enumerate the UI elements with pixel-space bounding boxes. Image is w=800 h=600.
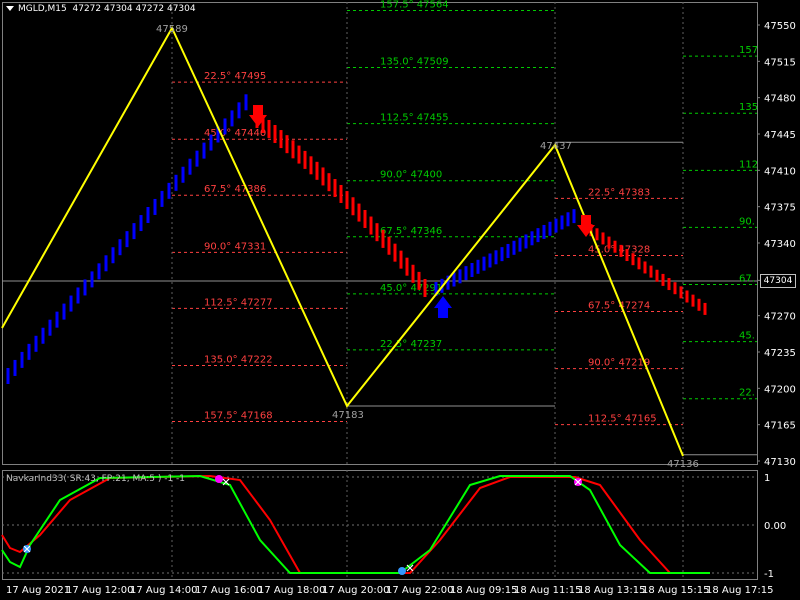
pivot-label: 47437: [540, 141, 572, 152]
time-axis-label: 17 Aug 20:00: [322, 585, 389, 596]
price-axis-label: 47410: [764, 166, 796, 177]
indicator-axis-label: 0.00: [764, 521, 786, 532]
buy-arrow-icon: [434, 296, 452, 318]
indicator-axis-label: -1: [764, 569, 774, 580]
level-d-label: 67.: [739, 274, 755, 285]
ohlc-values: 47272 47304 47272 47304: [72, 4, 196, 14]
time-axis-label: 18 Aug 13:15: [578, 585, 645, 596]
pivot-label: 47183: [332, 410, 364, 421]
level-a-label: 22.5° 47495: [204, 71, 266, 82]
level-c-label: 90.0° 47219: [588, 358, 650, 369]
price-axis-label: 47480: [764, 94, 796, 105]
time-axis-label: 18 Aug 17:15: [706, 585, 773, 596]
price-axis-label: 47515: [764, 57, 796, 68]
time-axis-label: 18 Aug 15:15: [642, 585, 709, 596]
price-axis-label: 47445: [764, 130, 796, 141]
current-price-tag: 47304: [760, 274, 796, 288]
level-b-label: 45.0° 47291: [380, 283, 442, 294]
level-b-label: 157.5° 47564: [380, 0, 449, 10]
level-c-label: 112.5° 47165: [588, 414, 657, 425]
level-a-label: 45.0° 47440: [204, 128, 266, 139]
level-d-label: 22.: [739, 388, 755, 399]
symbol-timeframe: MGLD,M15: [18, 4, 67, 14]
time-axis-label: 17 Aug 22:00: [386, 585, 453, 596]
price-axis-label: 47235: [764, 348, 796, 359]
price-axis-label: 47340: [764, 239, 796, 250]
chart-canvas[interactable]: 47550 47515 47480 47445 47410 47375 47340 47270…: [0, 0, 800, 600]
price-axis-label: 47200: [764, 384, 796, 395]
time-axis-label: 17 Aug 18:00: [258, 585, 325, 596]
indicator-axis-label: 1: [764, 473, 770, 484]
level-b-label: 22.5° 47237: [380, 339, 442, 350]
level-b-label: 90.0° 47400: [380, 170, 442, 181]
time-axis-label: 17 Aug 2021: [6, 585, 70, 596]
level-a-label: 135.0° 47222: [204, 354, 273, 365]
time-axis-label: 17 Aug 16:00: [195, 585, 262, 596]
level-a-label: 67.5° 47386: [204, 184, 266, 195]
indicator-title: NavkarInd33( SR:43, FP:21, MA:5 ) -1 -1: [6, 474, 186, 484]
cross-marker-icon: [398, 567, 406, 575]
level-a-label: 112.5° 47277: [204, 297, 273, 308]
pivot-label: 47589: [156, 24, 188, 35]
time-axis-label: 18 Aug 09:15: [450, 585, 517, 596]
level-d-label: 157: [739, 45, 758, 56]
chart-menu-icon[interactable]: [6, 6, 14, 11]
time-axis-label: 17 Aug 14:00: [130, 585, 197, 596]
chart-header: MGLD,M15 47272 47304 47272 47304: [6, 4, 196, 14]
time-axis-label: 17 Aug 12:00: [66, 585, 133, 596]
level-b-label: 112.5° 47455: [380, 113, 449, 124]
level-d-label: 90.: [739, 216, 755, 227]
level-b-label: 67.5° 47346: [380, 226, 442, 237]
level-d-label: 135: [739, 102, 758, 113]
price-axis-label: 47375: [764, 203, 796, 214]
level-d-label: 112: [739, 159, 758, 170]
price-axis-label: 47165: [764, 421, 796, 432]
price-axis-label: 47130: [764, 457, 796, 468]
cross-marker-icon: [215, 475, 223, 483]
level-a-label: 157.5° 47168: [204, 411, 273, 422]
pivot-label: 47136: [667, 459, 699, 470]
price-axis-label: 47270: [764, 312, 796, 323]
price-axis-label: 47550: [764, 21, 796, 32]
level-c-label: 22.5° 47383: [588, 187, 650, 198]
level-b-label: 135.0° 47509: [380, 57, 449, 68]
zigzag-line: [1, 25, 684, 457]
time-axis-label: 18 Aug 11:15: [514, 585, 581, 596]
level-d-label: 45.: [739, 331, 755, 342]
level-a-label: 90.0° 47331: [204, 241, 266, 252]
